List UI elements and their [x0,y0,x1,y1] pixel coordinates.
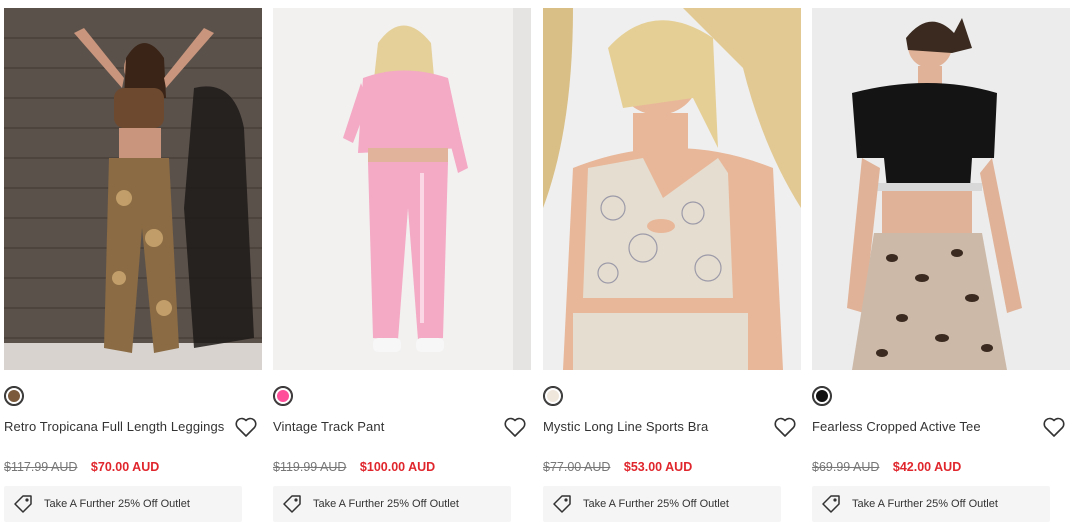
promo-text: Take A Further 25% Off Outlet [44,498,190,510]
product-name[interactable]: Mystic Long Line Sports Bra [543,419,708,434]
promo-banner[interactable]: Take A Further 25% Off Outlet [543,486,781,522]
product-photo-sports-bra [543,8,801,370]
tag-icon [822,495,840,513]
product-photo-track-pant [273,8,531,370]
product-card[interactable]: Vintage Track Pant $119.99 AUD $100.00 A… [273,8,531,523]
price-group: $69.99 AUD $42.00 AUD [812,460,961,474]
product-image[interactable] [812,8,1070,370]
tag-icon [14,495,32,513]
product-card[interactable]: Retro Tropicana Full Length Leggings $11… [4,8,262,523]
heart-icon[interactable] [503,416,527,438]
heart-icon[interactable] [773,416,797,438]
original-price: $119.99 AUD [273,460,347,474]
product-card[interactable]: Mystic Long Line Sports Bra $77.00 AUD $… [543,8,801,523]
color-swatch[interactable] [812,386,832,406]
promo-text: Take A Further 25% Off Outlet [852,498,998,510]
product-name[interactable]: Fearless Cropped Active Tee [812,419,981,434]
sale-price: $42.00 AUD [892,460,962,474]
promo-banner[interactable]: Take A Further 25% Off Outlet [812,486,1050,522]
promo-banner[interactable]: Take A Further 25% Off Outlet [4,486,242,522]
promo-banner[interactable]: Take A Further 25% Off Outlet [273,486,511,522]
promo-text: Take A Further 25% Off Outlet [313,498,459,510]
product-photo-leggings [4,8,262,370]
original-price: $77.00 AUD [543,460,611,474]
product-card[interactable]: Fearless Cropped Active Tee $69.99 AUD $… [812,8,1070,523]
sale-price: $100.00 AUD [359,460,436,474]
sale-price: $53.00 AUD [623,460,693,474]
product-photo-cropped-tee [812,8,1070,370]
product-name[interactable]: Vintage Track Pant [273,419,384,434]
price-group: $119.99 AUD $100.00 AUD [273,460,435,474]
product-image[interactable] [4,8,262,370]
price-group: $77.00 AUD $53.00 AUD [543,460,692,474]
product-name[interactable]: Retro Tropicana Full Length Leggings [4,419,224,434]
tag-icon [553,495,571,513]
product-grid: Retro Tropicana Full Length Leggings $11… [0,0,1080,523]
heart-icon[interactable] [1042,416,1066,438]
sale-price: $70.00 AUD [90,460,160,474]
color-swatch[interactable] [4,386,24,406]
tag-icon [283,495,301,513]
heart-icon[interactable] [234,416,258,438]
product-image[interactable] [273,8,531,370]
promo-text: Take A Further 25% Off Outlet [583,498,729,510]
color-swatch[interactable] [543,386,563,406]
original-price: $69.99 AUD [812,460,880,474]
original-price: $117.99 AUD [4,460,78,474]
color-swatch[interactable] [273,386,293,406]
price-group: $117.99 AUD $70.00 AUD [4,460,159,474]
product-image[interactable] [543,8,801,370]
